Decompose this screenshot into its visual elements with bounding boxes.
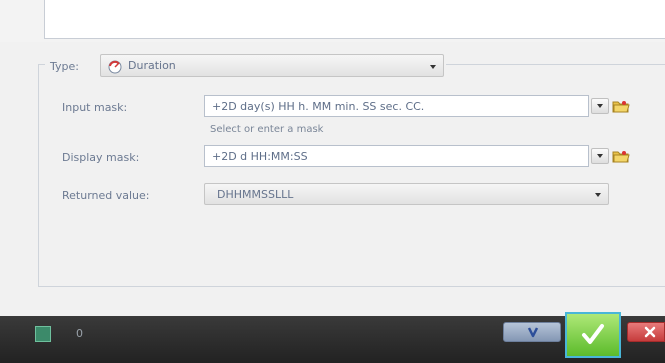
group-frame-bottom: [38, 286, 665, 287]
type-value: Duration: [128, 59, 176, 72]
type-label: Type:: [50, 60, 79, 73]
group-frame-top-left: [38, 64, 45, 65]
input-mask-value: +2D day(s) HH h. MM min. SS sec. CC.: [212, 100, 425, 113]
close-icon: [644, 326, 656, 341]
display-mask-field[interactable]: +2D d HH:MM:SS: [204, 145, 589, 167]
input-mask-hint: Select or enter a mask: [210, 124, 324, 135]
folder-icon[interactable]: [612, 148, 630, 164]
returned-value-label: Returned value:: [62, 189, 150, 202]
chevron-down-icon: [430, 65, 436, 69]
display-mask-label: Display mask:: [62, 151, 140, 164]
help-icon: [526, 325, 540, 342]
group-frame-top-right: [446, 64, 665, 65]
status-count: 0: [76, 327, 83, 340]
display-mask-value: +2D d HH:MM:SS: [212, 150, 308, 163]
ok-button[interactable]: [565, 312, 621, 358]
input-mask-field[interactable]: +2D day(s) HH h. MM min. SS sec. CC.: [204, 95, 589, 117]
help-button[interactable]: [503, 322, 561, 342]
input-mask-dropdown-button[interactable]: [591, 98, 609, 114]
chevron-down-icon: [597, 104, 603, 108]
top-text-area[interactable]: [44, 0, 665, 39]
group-frame-left: [38, 64, 39, 286]
type-combo[interactable]: Duration: [100, 54, 444, 77]
chevron-down-icon: [595, 193, 601, 197]
chevron-down-icon: [597, 154, 603, 158]
status-icon[interactable]: [35, 326, 51, 342]
returned-value-combo[interactable]: DHHMMSSLLL: [204, 183, 609, 205]
folder-icon[interactable]: [612, 98, 630, 114]
display-mask-dropdown-button[interactable]: [591, 148, 609, 164]
input-mask-label: Input mask:: [62, 101, 128, 114]
cancel-button[interactable]: [627, 322, 665, 342]
returned-value-value: DHHMMSSLLL: [217, 188, 294, 201]
duration-icon: [106, 58, 124, 74]
check-icon: [580, 322, 606, 351]
